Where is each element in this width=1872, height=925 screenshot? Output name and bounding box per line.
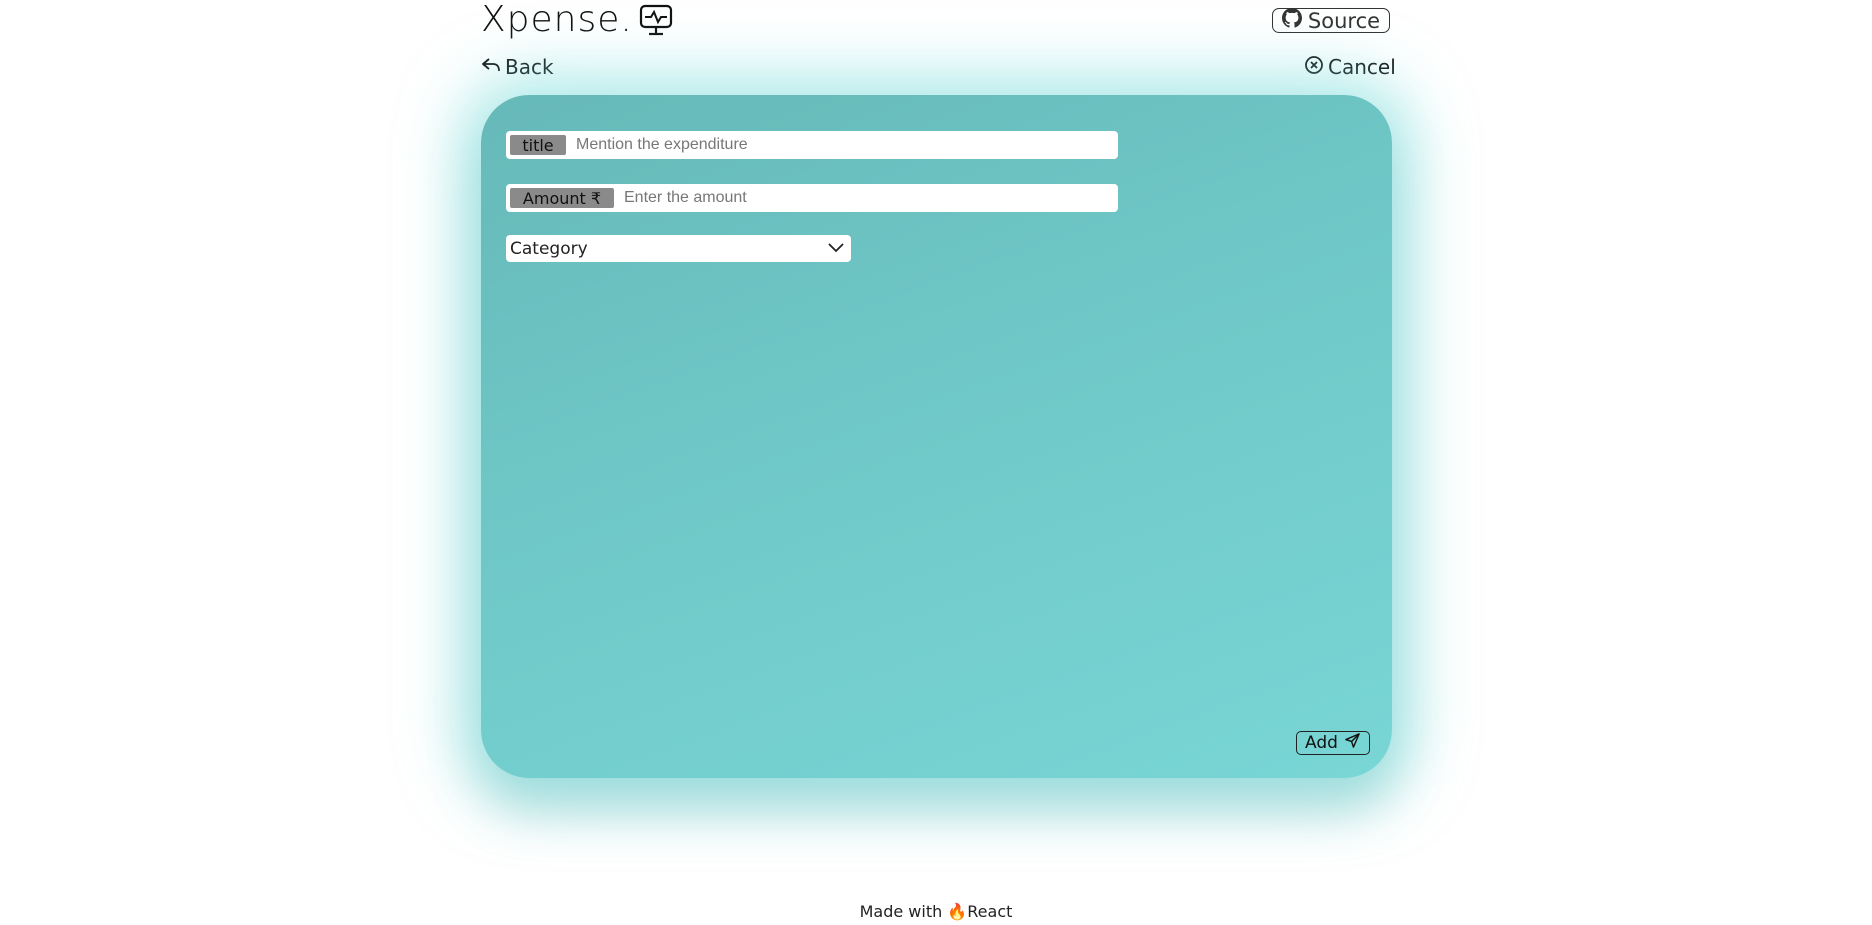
- footer-made-with: Made with: [859, 902, 943, 921]
- amount-input[interactable]: [614, 185, 1118, 211]
- expense-form-card: title Amount ₹ Category Add: [481, 95, 1392, 778]
- amount-field: Amount ₹: [506, 184, 1118, 212]
- title-tag: title: [510, 135, 566, 155]
- back-link[interactable]: Back: [481, 54, 554, 80]
- add-label: Add: [1305, 733, 1338, 753]
- back-label: Back: [505, 55, 554, 79]
- footer-react[interactable]: React: [967, 902, 1012, 921]
- category-selected-value: Category: [510, 238, 588, 259]
- cancel-link[interactable]: Cancel: [1304, 54, 1396, 80]
- monitor-pulse-icon: [639, 4, 673, 36]
- fire-icon: 🔥: [947, 902, 968, 921]
- title-field: title: [506, 131, 1118, 159]
- chevron-down-icon: [827, 239, 845, 259]
- x-circle-icon: [1304, 55, 1324, 80]
- github-icon: [1281, 8, 1302, 33]
- brand[interactable]: Xpense.: [481, 0, 673, 40]
- add-button[interactable]: Add: [1296, 731, 1370, 755]
- reply-arrow-icon: [481, 55, 501, 80]
- source-label: Source: [1307, 8, 1381, 33]
- send-icon: [1344, 732, 1361, 754]
- amount-tag: Amount ₹: [510, 188, 614, 208]
- app-root: Xpense. Source Back Cancel title Mention…: [0, 0, 1872, 925]
- brand-title: Xpense.: [481, 0, 633, 40]
- cancel-label: Cancel: [1328, 55, 1396, 79]
- footer: Made with 🔥React: [0, 902, 1872, 921]
- source-button[interactable]: Source: [1272, 8, 1390, 33]
- category-select[interactable]: Category: [506, 235, 851, 262]
- title-input[interactable]: [566, 132, 1118, 158]
